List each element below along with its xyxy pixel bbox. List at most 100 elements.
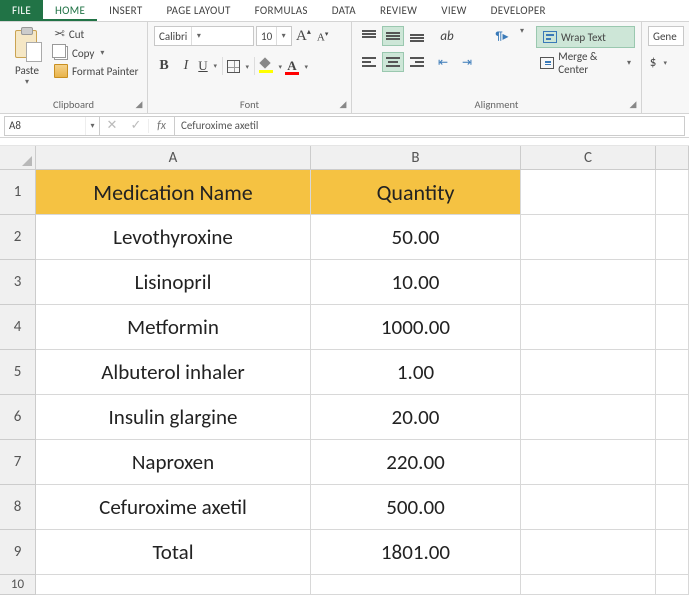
cell-D2[interactable] [656,215,689,260]
decrease-indent-button[interactable]: ⇤ [432,52,454,72]
row-header-5[interactable]: 5 [0,350,36,395]
copy-button[interactable]: Copy ▾ [52,45,140,61]
chevron-down-icon[interactable]: ▾ [191,27,205,45]
row-header-2[interactable]: 2 [0,215,36,260]
increase-indent-button[interactable]: ⇥ [456,52,478,72]
name-box[interactable]: A8 ▾ [4,116,100,136]
italic-button[interactable]: I [176,56,196,76]
cell-D7[interactable] [656,440,689,485]
chevron-down-icon[interactable]: ▾ [85,117,99,135]
tab-data[interactable]: DATA [320,0,368,21]
cell-C1[interactable] [521,170,656,215]
tab-developer[interactable]: DEVELOPER [479,0,558,21]
cell-D1[interactable] [656,170,689,215]
cell-A3[interactable]: Lisinopril [36,260,311,305]
cell-D3[interactable] [656,260,689,305]
column-header-D[interactable] [656,146,689,170]
chevron-down-icon[interactable]: ▾ [276,27,290,45]
orientation-button[interactable]: ab [432,26,462,46]
align-center-button[interactable] [382,52,404,72]
font-name-combo[interactable]: Calibri ▾ [154,26,254,46]
cell-D10[interactable] [656,575,689,595]
cell-A8[interactable]: Cefuroxime axetil [36,485,311,530]
tab-review[interactable]: REVIEW [368,0,429,21]
tab-insert[interactable]: INSERT [97,0,154,21]
row-header-1[interactable]: 1 [0,170,36,215]
merge-center-button[interactable]: Merge & Center ▾ [536,52,635,74]
cell-D5[interactable] [656,350,689,395]
cell-C7[interactable] [521,440,656,485]
align-bottom-button[interactable] [406,26,428,46]
borders-button[interactable] [227,56,250,76]
cell-C9[interactable] [521,530,656,575]
font-color-button[interactable]: A [285,56,309,76]
paste-button[interactable]: Paste ▾ [6,26,48,87]
currency-button[interactable]: $ [648,52,668,72]
cell-D6[interactable] [656,395,689,440]
cell-D8[interactable] [656,485,689,530]
increase-font-button[interactable]: A▴ [294,27,313,45]
chevron-down-icon[interactable]: ▾ [627,58,631,68]
cell-C5[interactable] [521,350,656,395]
cell-B9[interactable]: 1801.00 [311,530,521,575]
cell-B1[interactable]: Quantity [311,170,521,215]
row-header-7[interactable]: 7 [0,440,36,485]
ltr-button[interactable]: ¶▸ [488,26,516,46]
bold-button[interactable]: B [154,56,174,76]
align-left-button[interactable] [358,52,380,72]
formula-input[interactable]: Cefuroxime axetil [175,116,685,136]
align-right-button[interactable] [406,52,428,72]
font-launcher[interactable]: ◢ [337,99,349,111]
tab-page-layout[interactable]: PAGE LAYOUT [154,0,242,21]
cell-A1[interactable]: Medication Name [36,170,311,215]
row-header-8[interactable]: 8 [0,485,36,530]
column-header-C[interactable]: C [521,146,656,170]
row-header-4[interactable]: 4 [0,305,36,350]
cell-B4[interactable]: 1000.00 [311,305,521,350]
format-painter-button[interactable]: Format Painter [52,63,140,79]
cell-D4[interactable] [656,305,689,350]
cell-D9[interactable] [656,530,689,575]
decrease-font-button[interactable]: A▾ [315,29,330,44]
fill-color-button[interactable] [259,56,283,76]
align-top-button[interactable] [358,26,380,46]
row-header-3[interactable]: 3 [0,260,36,305]
cancel-formula-button[interactable]: ✕ [100,118,124,133]
column-header-A[interactable]: A [36,146,311,170]
cell-C4[interactable] [521,305,656,350]
cell-A10[interactable] [36,575,311,595]
cell-A4[interactable]: Metformin [36,305,311,350]
font-size-combo[interactable]: 10 ▾ [256,26,292,46]
cell-A7[interactable]: Naproxen [36,440,311,485]
select-all-button[interactable] [0,146,36,170]
cell-B8[interactable]: 500.00 [311,485,521,530]
cell-B2[interactable]: 50.00 [311,215,521,260]
alignment-launcher[interactable]: ◢ [627,99,639,111]
enter-formula-button[interactable]: ✓ [124,118,148,133]
cell-C10[interactable] [521,575,656,595]
cell-B10[interactable] [311,575,521,595]
cell-C8[interactable] [521,485,656,530]
wrap-text-button[interactable]: Wrap Text [536,26,635,48]
column-header-B[interactable]: B [311,146,521,170]
underline-button[interactable]: U [198,56,218,76]
align-middle-button[interactable] [382,26,404,46]
chevron-down-icon[interactable]: ▾ [100,48,104,58]
chevron-down-icon[interactable]: ▾ [520,26,524,46]
chevron-down-icon[interactable]: ▾ [25,77,29,87]
cell-B7[interactable]: 220.00 [311,440,521,485]
cell-A2[interactable]: Levothyroxine [36,215,311,260]
number-format-combo[interactable]: Gene [648,26,684,46]
cell-B3[interactable]: 10.00 [311,260,521,305]
cut-button[interactable]: ✂ Cut [52,26,140,43]
fx-icon[interactable]: fx [148,119,174,133]
cell-A9[interactable]: Total [36,530,311,575]
cell-C6[interactable] [521,395,656,440]
clipboard-launcher[interactable]: ◢ [133,99,145,111]
row-header-9[interactable]: 9 [0,530,36,575]
cell-B5[interactable]: 1.00 [311,350,521,395]
tab-formulas[interactable]: FORMULAS [243,0,320,21]
row-header-10[interactable]: 10 [0,575,36,595]
cell-C3[interactable] [521,260,656,305]
cell-A6[interactable]: Insulin glargine [36,395,311,440]
